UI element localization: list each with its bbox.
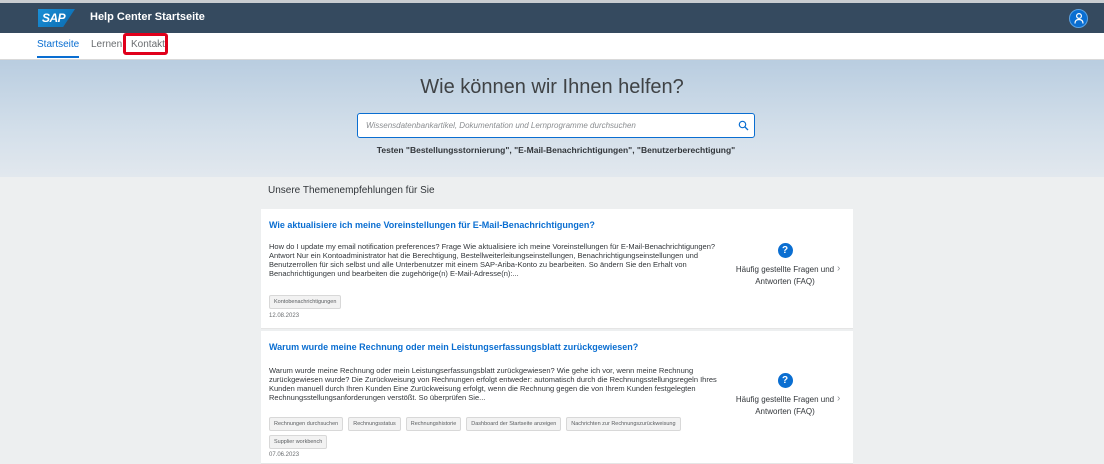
question-icon: ? — [777, 373, 793, 388]
kontakt-highlight-box — [123, 33, 168, 55]
user-icon — [1074, 13, 1084, 24]
app-title: Help Center Startseite — [90, 11, 205, 23]
search-suggestions: Testen "Bestellungsstornierung", "E-Mail… — [376, 145, 736, 155]
recommendation-card[interactable]: Wie aktualisiere ich meine Voreinstellun… — [261, 209, 853, 329]
shell-bar: SAP Help Center Startseite — [0, 0, 1104, 33]
tag[interactable]: Nachrichten zur Rechnungszurückweisung — [566, 417, 681, 431]
search-input[interactable]: Wissensdatenbankartikel, Dokumentation u… — [357, 113, 755, 138]
hero-section: Wie können wir Ihnen helfen? Wissensdate… — [0, 60, 1104, 177]
search-icon[interactable] — [738, 120, 749, 131]
card-title[interactable]: Wie aktualisiere ich meine Voreinstellun… — [269, 220, 595, 230]
card-body: How do I update my email notification pr… — [269, 242, 716, 278]
tab-lernen[interactable]: Lernen — [91, 39, 122, 50]
hero-title: Wie können wir Ihnen helfen? — [420, 76, 684, 98]
content-type-label: Häufig gestellte Fragen und Antworten (F… — [735, 395, 835, 416]
tag[interactable]: Rechnungsstatus — [348, 417, 401, 431]
sap-logo[interactable]: SAP — [38, 9, 75, 27]
question-icon: ? — [777, 243, 793, 258]
chevron-right-icon[interactable]: › — [837, 393, 840, 404]
search-placeholder: Wissensdatenbankartikel, Dokumentation u… — [366, 121, 636, 130]
card-title[interactable]: Warum wurde meine Rechnung oder mein Lei… — [269, 342, 638, 352]
tag[interactable]: Supplier workbench — [269, 435, 328, 449]
tag[interactable]: Dashboard der Startseite anzeigen — [466, 417, 562, 431]
tag-list: Kontobenachrichtigungen — [269, 295, 729, 309]
card-date: 12.08.2023 — [269, 313, 300, 319]
content-type-label: Häufig gestellte Fragen und Antworten (F… — [735, 265, 835, 286]
user-avatar[interactable] — [1069, 9, 1088, 28]
content-type: ? Häufig gestellte Fragen und Antworten … — [731, 240, 839, 288]
recommendation-card[interactable]: Warum wurde meine Rechnung oder mein Lei… — [261, 331, 853, 464]
tag[interactable]: Rechnungshistorie — [405, 417, 462, 431]
tag-list: Rechnungen durchsuchen Rechnungsstatus R… — [269, 417, 729, 449]
tab-startseite[interactable]: Startseite — [37, 39, 80, 58]
content-type: ? Häufig gestellte Fragen und Antworten … — [731, 370, 839, 418]
card-body: Warum wurde meine Rechnung oder mein Lei… — [269, 366, 717, 402]
section-title: Unsere Themenempfehlungen für Sie — [268, 185, 435, 196]
tag[interactable]: Kontobenachrichtigungen — [269, 295, 342, 309]
card-date: 07.06.2023 — [269, 452, 300, 458]
tag[interactable]: Rechnungen durchsuchen — [269, 417, 344, 431]
chevron-right-icon[interactable]: › — [837, 263, 840, 274]
